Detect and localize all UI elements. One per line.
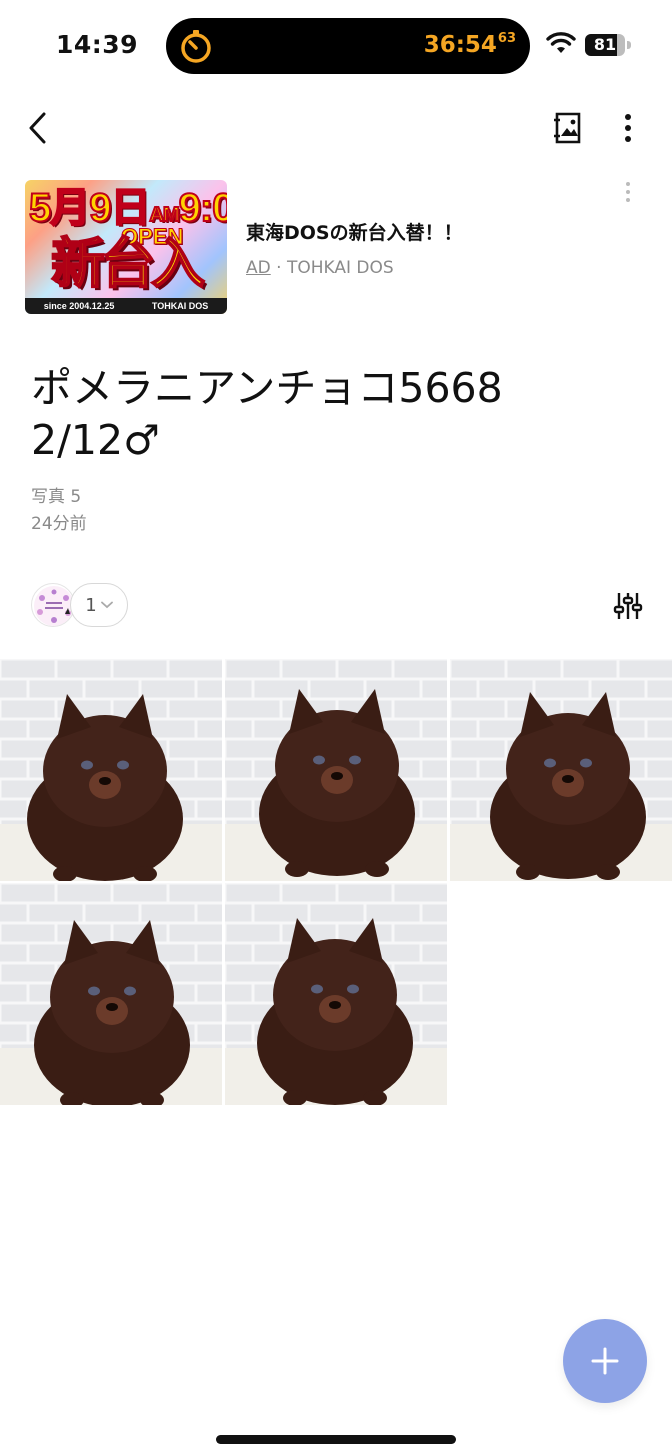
dynamic-island[interactable]: 36:5463 (166, 18, 530, 74)
ad-advertiser: TOHKAI DOS (286, 258, 394, 278)
battery-body: 81 (585, 34, 625, 56)
ad-banner-time: 9:00 (178, 185, 227, 231)
ad-label[interactable]: AD (246, 258, 271, 278)
puppy-photo (0, 883, 222, 1105)
puppy-photo (0, 659, 222, 881)
ad-more-options-button[interactable] (620, 180, 636, 204)
photo-frame-icon[interactable] (548, 108, 588, 148)
back-button[interactable] (18, 106, 58, 150)
ad-meta: AD · TOHKAI DOS (246, 258, 394, 278)
photo-thumbnail-5[interactable] (225, 883, 447, 1105)
timer-value: 36:54 (423, 32, 497, 58)
add-photo-button[interactable] (563, 1319, 647, 1403)
photo-thumbnail-2[interactable] (225, 659, 447, 881)
ad-banner-artwork: 5月9日AM9:00 OPEN 新台入替 (25, 180, 227, 314)
puppy-photo (225, 659, 447, 881)
ad-banner-headline: 新台入替 (50, 231, 206, 314)
member-count-dropdown[interactable]: 1 (70, 583, 128, 627)
ad-title[interactable]: 東海DOSの新台入替！！ (246, 218, 463, 245)
battery-indicator: 81 (585, 34, 631, 56)
timer-readout: 36:5463 (423, 31, 516, 58)
chevron-down-icon (100, 601, 113, 609)
album-title-line1: ポメラニアンチョコ5668 (31, 364, 503, 412)
member-count: 1 (85, 594, 97, 616)
filter-sliders-button[interactable] (612, 590, 644, 622)
status-bar: 14:39 36:5463 81 (0, 0, 672, 92)
album-meta: 写真 5 24分前 (31, 484, 87, 538)
nav-bar (0, 92, 672, 164)
ad-banner-since: since 2004.12.25 (43, 301, 115, 311)
avatar-image (34, 586, 74, 626)
album-title-line2: 2/12♂ (31, 416, 160, 464)
home-indicator[interactable] (216, 1435, 456, 1444)
battery-percent: 81 (593, 35, 617, 54)
ad-banner-brand: TOHKAI DOS (151, 301, 209, 311)
posted-time: 24分前 (31, 514, 87, 534)
puppy-photo (225, 883, 447, 1105)
puppy-photo (450, 659, 672, 881)
photo-thumbnail-3[interactable] (450, 659, 672, 881)
ad-banner-footer: since 2004.12.25 TOHKAI DOS (25, 298, 227, 314)
album-title: ポメラニアンチョコ5668 2/12♂ (31, 362, 631, 466)
wifi-icon (546, 32, 576, 53)
chevron-left-icon (29, 112, 46, 144)
stopwatch-icon (181, 30, 211, 63)
timer-hundredths: 63 (497, 31, 516, 46)
ad-banner-image[interactable]: 5月9日AM9:00 OPEN 新台入替 since 2004.12.25 TO… (25, 180, 227, 314)
photo-thumbnail-4[interactable] (0, 883, 222, 1105)
ad-block[interactable]: 5月9日AM9:00 OPEN 新台入替 since 2004.12.25 TO… (0, 178, 672, 318)
battery-cap (627, 41, 631, 49)
ad-banner-am: AM (148, 203, 180, 227)
ad-separator: · (270, 258, 287, 278)
member-avatar[interactable] (31, 583, 75, 627)
more-options-button[interactable] (612, 108, 644, 148)
photo-thumbnail-1[interactable] (0, 659, 222, 881)
photo-count: 写真 5 (31, 487, 82, 507)
status-time: 14:39 (56, 30, 139, 59)
plus-icon (591, 1347, 619, 1375)
